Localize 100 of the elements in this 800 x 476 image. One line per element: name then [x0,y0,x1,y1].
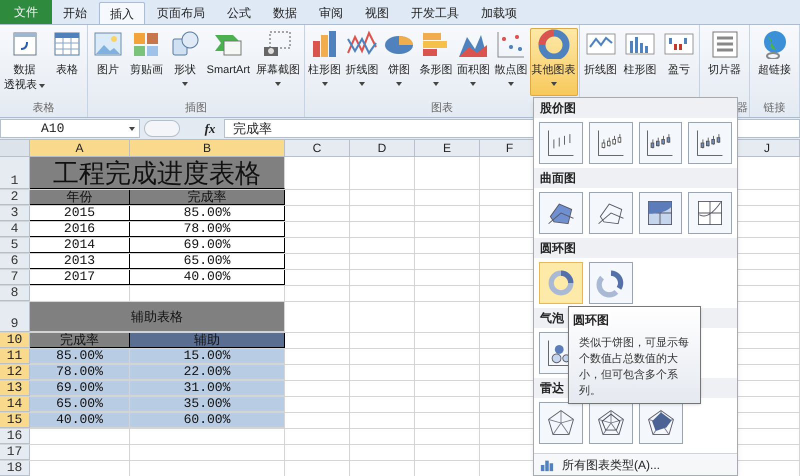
chart-type-option[interactable] [539,192,583,234]
row-header[interactable]: 5 [0,238,30,253]
chart-type-option[interactable] [588,192,632,234]
table-cell: 65.00% [130,254,285,269]
row-header[interactable]: 6 [0,254,30,269]
name-box[interactable]: A10 [0,119,140,138]
row-header[interactable]: 7 [0,270,30,285]
button-label: 切片器 [708,63,741,78]
ribbon-button[interactable]: 散点图 [492,28,530,87]
group-label: 器 [737,101,749,116]
ribbon-button[interactable]: 屏幕截图 [254,28,302,87]
table-cell: 2016 [30,222,130,237]
ribbon-button[interactable]: 柱形图 [306,28,344,87]
button-label: 表格 [56,63,78,78]
section-header: 曲面图 [534,168,737,188]
group-label: 链接 [764,100,786,116]
ribbon-button[interactable]: 超链接 [756,28,793,79]
merged-title-cell: 工程完成进度表格 [30,157,285,189]
ribbon-button[interactable]: SmartArt [204,28,252,79]
button-label: 条形图 [419,63,452,78]
ribbon-tab[interactable]: 页面布局 [147,2,215,24]
row-header[interactable]: 15 [0,413,30,428]
ribbon-tab[interactable]: 开发工具 [401,2,469,24]
row-header[interactable]: 14 [0,397,30,412]
chart-type-option[interactable] [589,402,633,444]
table-cell: 40.00% [130,270,285,285]
ribbon-tab[interactable]: 视图 [355,2,399,24]
row-header[interactable]: 8 [0,286,30,301]
row-header[interactable]: 12 [0,365,30,380]
header-cell: 辅助 [130,333,285,348]
section-header: 圆环图 [534,238,737,258]
chart-type-option[interactable] [688,192,732,234]
ribbon-tab[interactable]: 加载项 [471,2,527,24]
button-label: 柱形图 [308,63,342,78]
row-header[interactable]: 17 [0,445,30,460]
ribbon-button[interactable]: 折线图 [344,28,381,87]
chart-type-option[interactable] [638,122,682,164]
row-header[interactable]: 10 [0,333,30,348]
chart-type-option[interactable] [638,192,682,234]
scatter-chart-icon [494,29,527,59]
ribbon-tab[interactable]: 数据 [263,2,307,24]
column-header[interactable]: E [415,140,480,156]
button-label: 屏幕截图 [256,63,300,78]
ribbon-button[interactable]: 折线图 [582,28,620,79]
table-cell: 2014 [30,238,130,253]
ribbon-button[interactable]: 其他图表 [530,28,578,96]
table-cell: 60.00% [130,413,285,428]
button-label: 柱形图 [623,63,656,78]
chart-type-option[interactable] [588,122,632,164]
column-header[interactable]: C [285,140,350,156]
ribbon-button[interactable]: 切片器 [706,28,743,79]
chart-type-option[interactable] [539,122,583,164]
column-header[interactable]: B [130,140,285,156]
table-cell: 31.00% [130,381,285,396]
column-header[interactable]: D [350,140,415,156]
table-cell: 2013 [30,254,130,269]
column-header[interactable]: A [30,140,130,156]
table-cell: 78.00% [130,222,285,237]
file-tab[interactable]: 文件 [0,0,52,24]
row-header[interactable]: 13 [0,381,30,396]
button-label: 散点图 [494,63,528,78]
ribbon-tab[interactable]: 开始 [53,2,97,24]
ribbon-button[interactable]: 数据 透视表 [2,28,47,94]
ribbon-tab[interactable]: 审阅 [309,2,353,24]
chart-type-option[interactable] [688,122,732,164]
ribbon-button[interactable]: 盈亏 [660,28,697,79]
row-header[interactable]: 16 [0,429,30,444]
row-header[interactable]: 18 [0,461,30,476]
row-header[interactable]: 1 [0,157,30,189]
function-button[interactable]: fx [200,118,220,138]
row-header[interactable]: 3 [0,206,30,221]
ribbon-button[interactable]: 柱形图 [621,28,658,79]
ribbon-button[interactable]: 条形图 [417,28,454,87]
ribbon-button[interactable]: 面积图 [454,28,492,87]
tooltip-title: 圆环图 [573,312,610,329]
row-header[interactable]: 4 [0,222,30,237]
ribbon-tab[interactable]: 插入 [99,2,145,24]
button-label: 超链接 [758,63,791,78]
caret-icon [129,126,135,130]
table-cell: 65.00% [30,397,130,412]
ribbon-button[interactable]: 表格 [49,28,85,79]
table-cell: 2017 [30,270,130,285]
table-cell: 69.00% [130,238,285,253]
ribbon-button[interactable]: 图片 [90,28,126,79]
chart-type-option[interactable] [589,262,633,304]
bar-chart-icon [540,458,554,472]
row-header[interactable]: 9 [0,302,30,332]
ribbon-button[interactable]: 饼图 [381,28,418,87]
row-header[interactable]: 2 [0,190,30,205]
ribbon-tab[interactable]: 公式 [217,2,261,24]
row-header[interactable]: 11 [0,349,30,364]
ribbon-button[interactable]: 剪贴画 [128,28,165,79]
ribbon-button[interactable]: 形状 [166,28,203,87]
header-cell: 完成率 [130,190,285,205]
table-cell: 22.00% [130,365,285,380]
chart-type-option[interactable] [539,262,583,304]
button-label: 折线图 [346,63,379,78]
chart-type-option[interactable] [639,402,683,444]
button-label: 其他图表 [532,63,576,78]
chart-type-option[interactable] [539,402,583,444]
